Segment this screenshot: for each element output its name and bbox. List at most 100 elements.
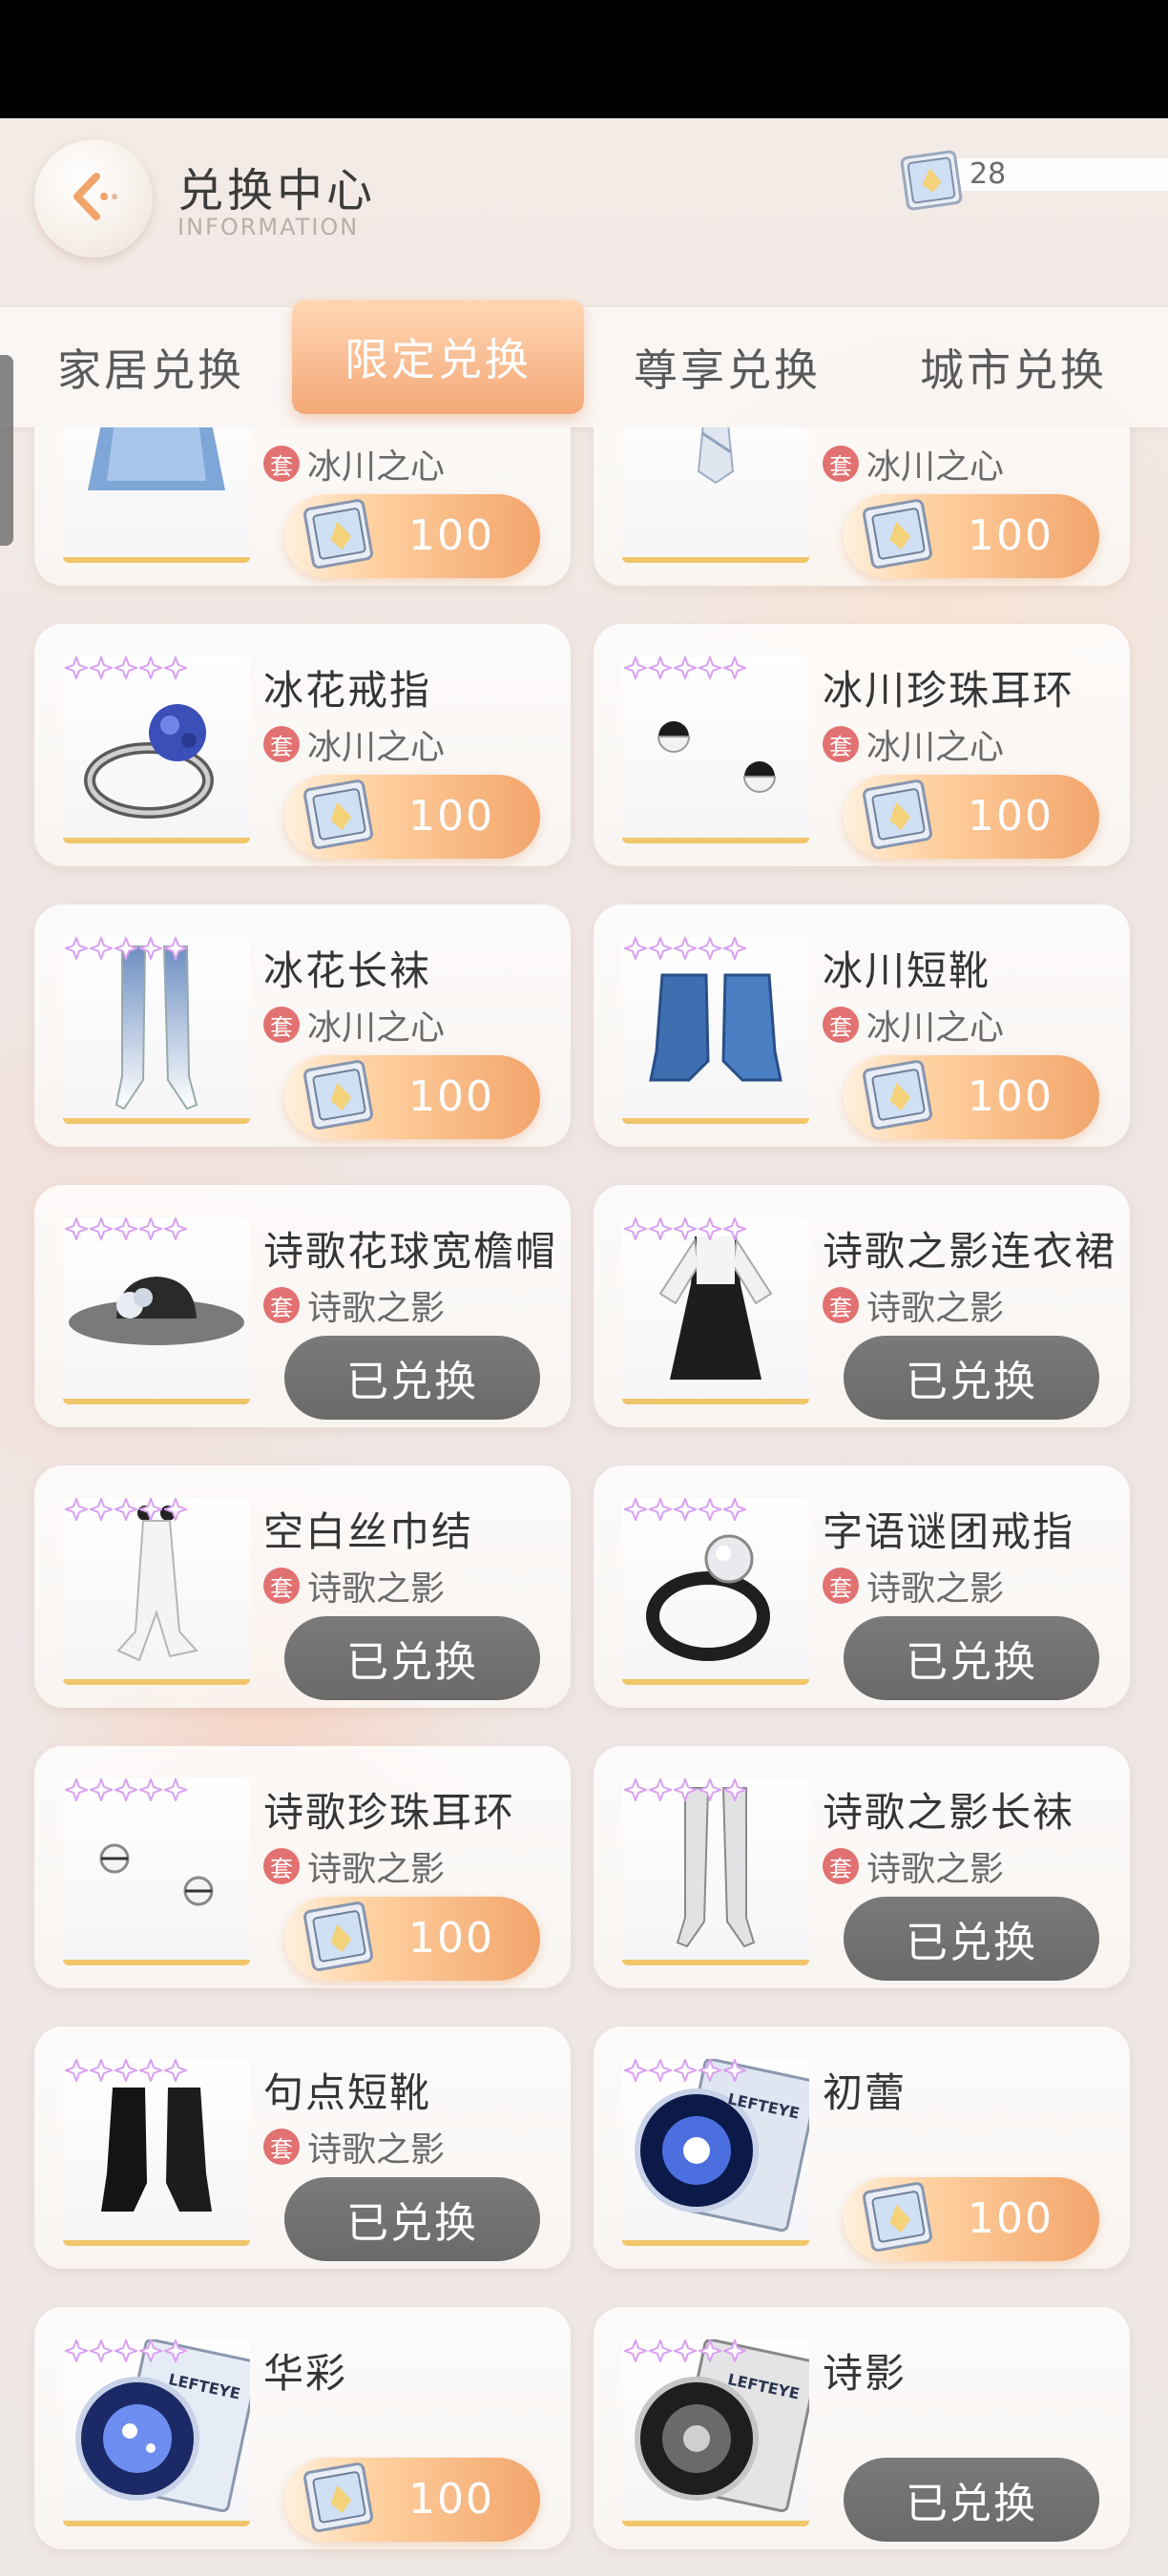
item-card[interactable]: 诗歌之影连衣裙套诗歌之影 已兑换 [594,1185,1130,1427]
item-card[interactable]: 冰花长袜套冰川之心 100 [34,904,571,1147]
redeemed-button[interactable]: 已兑换 [844,1336,1099,1420]
item-thumbnail [63,1217,250,1404]
item-name: 空白丝巾结 [263,1508,474,1555]
item-card[interactable]: 诗歌珍珠耳环套诗歌之影 100 [34,1746,571,1988]
item-card[interactable]: LEFTEYE 诗影 已兑换 [594,2307,1130,2549]
item-card[interactable]: 套冰川之心 100 [594,427,1130,586]
item-card[interactable]: 套冰川之心 100 [34,427,571,586]
star-icon [162,935,189,962]
item-thumbnail [622,1498,809,1685]
star-icon [721,1215,748,1242]
redeemed-button[interactable]: 已兑换 [844,1616,1099,1700]
exchange-price-button[interactable]: 100 [844,775,1099,859]
exchange-price-button[interactable]: 100 [844,494,1099,578]
star-icon [672,2057,699,2084]
star-icon [113,1776,139,1803]
set-badge: 套 [263,1287,300,1323]
item-set: 套冰川之心 [823,439,1004,488]
star-icon [697,1496,723,1523]
star-icon [672,1215,699,1242]
item-set: 套诗歌之影 [263,1280,445,1330]
exchange-price-button[interactable]: 100 [284,1897,540,1981]
redeemed-button[interactable]: 已兑换 [844,1897,1099,1981]
exchange-price-button[interactable]: 100 [284,775,540,859]
set-badge: 套 [263,726,300,762]
page-title: 兑换中心 [177,164,377,218]
price-value: 100 [968,2194,1053,2243]
star-icon [697,1215,723,1242]
star-icon [137,1215,164,1242]
redeemed-button[interactable]: 已兑换 [844,2458,1099,2542]
exchange-price-button[interactable]: 100 [284,494,540,578]
item-set: 套诗歌之影 [823,1280,1004,1330]
star-icon [162,1776,189,1803]
item-card[interactable]: 冰川短靴套冰川之心 100 [594,904,1130,1147]
item-name: 华彩 [263,2350,348,2397]
star-icon [622,654,649,681]
item-name: 诗歌珍珠耳环 [263,1789,516,1836]
star-icon [721,2337,748,2364]
set-name: 诗歌之影 [866,1289,1005,1328]
exchange-price-button[interactable]: 100 [284,1055,540,1139]
item-name: 诗歌花球宽檐帽 [263,1228,558,1275]
item-thumbnail [622,2337,819,2526]
star-icon [137,2057,164,2084]
tab-premium-exchange[interactable]: 尊享兑换 [584,307,870,427]
star-icon [63,654,90,681]
item-thumbnail [622,1217,809,1404]
star-icon [137,935,164,962]
item-set: 套诗歌之影 [823,1561,1004,1610]
set-badge: 套 [823,726,859,762]
price-value: 100 [408,792,494,841]
redeemed-button[interactable]: 已兑换 [284,1336,540,1420]
star-icon [113,1215,139,1242]
item-card[interactable]: 空白丝巾结套诗歌之影 已兑换 [34,1465,571,1708]
star-icon [88,654,115,681]
star-icon [647,1776,674,1803]
tab-home-exchange[interactable]: 家居兑换 [8,307,294,427]
item-thumbnail [622,656,809,843]
item-card[interactable]: 字语谜团戒指套诗歌之影 已兑换 [594,1465,1130,1708]
exchange-ticket-icon [853,777,949,867]
exchange-price-button[interactable]: 100 [284,2458,540,2542]
redeemed-button[interactable]: 已兑换 [284,2177,540,2261]
set-name: 诗歌之影 [307,1569,446,1609]
rarity-stars [63,1215,189,1242]
redeemed-button[interactable]: 已兑换 [284,1616,540,1700]
item-card[interactable]: 冰川珍珠耳环套冰川之心 100 [594,624,1130,866]
item-card[interactable]: LEFTEYE 初蕾 100 [594,2026,1130,2269]
item-thumbnail [63,937,250,1124]
exchange-price-button[interactable]: 100 [844,2177,1099,2261]
item-set: 套诗歌之影 [263,2122,445,2171]
item-card[interactable]: 诗歌之影长袜套诗歌之影 已兑换 [594,1746,1130,1988]
item-card[interactable]: LEFTEYE 华彩 100 [34,2307,571,2549]
set-name: 诗歌之影 [866,1569,1005,1609]
item-name: 诗歌之影长袜 [823,1789,1075,1836]
set-name: 冰川之心 [866,728,1005,767]
star-icon [721,1776,748,1803]
star-icon [647,1496,674,1523]
star-icon [721,1496,748,1523]
page-subtitle: INFORMATION [177,214,360,240]
back-arrow-icon [60,163,127,234]
status-bar [0,0,1168,118]
back-button[interactable] [34,139,153,258]
tab-city-exchange[interactable]: 城市兑换 [870,307,1157,427]
star-icon [647,935,674,962]
item-card[interactable]: 诗歌花球宽檐帽套诗歌之影已兑换 [34,1185,571,1427]
item-name: 初蕾 [823,2069,907,2116]
star-icon [88,1496,115,1523]
item-card[interactable]: 冰花戒指套冰川之心 100 [34,624,571,866]
star-icon [113,1496,139,1523]
exchange-price-button[interactable]: 100 [844,1055,1099,1139]
price-value: 100 [968,511,1053,560]
rarity-stars [63,2337,189,2364]
tab-limited-exchange[interactable]: 限定兑换 [292,300,584,414]
star-icon [721,935,748,962]
item-set: 套冰川之心 [263,1000,445,1049]
item-card[interactable]: 句点短靴套诗歌之影 已兑换 [34,2026,571,2269]
star-icon [697,935,723,962]
item-set: 套诗歌之影 [263,1841,445,1891]
star-icon [697,654,723,681]
set-badge: 套 [823,1007,859,1043]
